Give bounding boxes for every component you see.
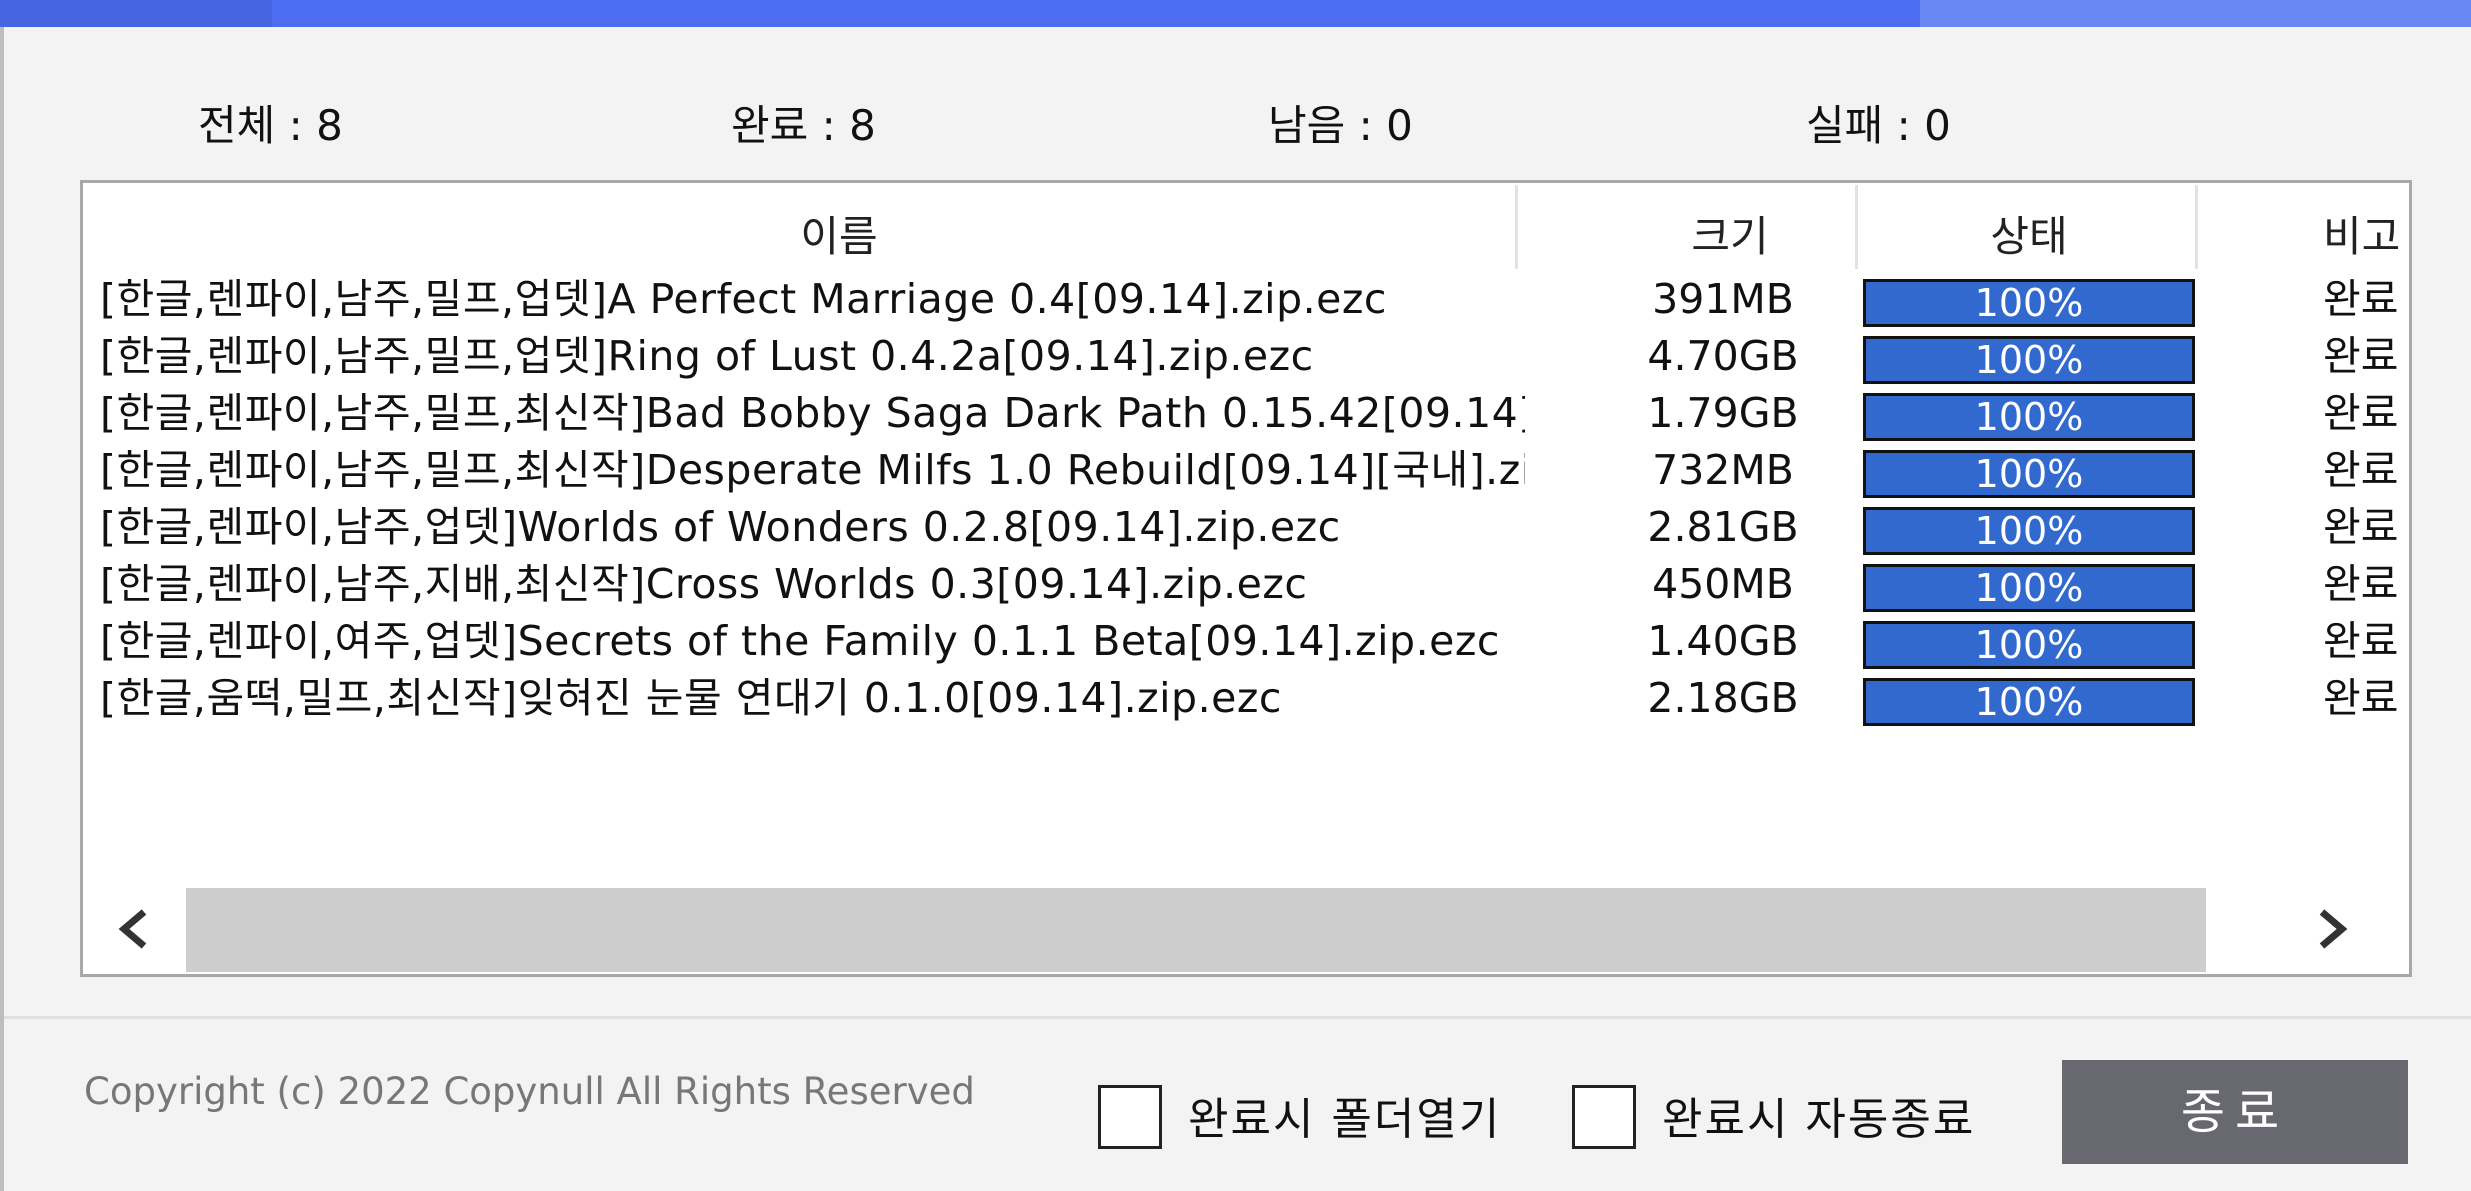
file-size: 391MB <box>1652 275 1794 323</box>
table-row[interactable]: [한글,렌파이,남주,밀프,업뎃]A Perfect Marriage 0.4[… <box>83 271 2409 327</box>
copyright-text: Copyright (c) 2022 Copynull All Rights R… <box>84 1070 975 1113</box>
column-separator[interactable] <box>1515 185 1518 269</box>
table-row[interactable]: [한글,렌파이,남주,밀프,최신작]Bad Bobby Saga Dark Pa… <box>83 385 2409 441</box>
auto-close-label[interactable]: 완료시 자동종료 <box>1662 1083 1975 1147</box>
file-size: 1.40GB <box>1647 617 1799 665</box>
progress-bar: 100% <box>1863 564 2195 612</box>
file-note: 완료 <box>2323 275 2399 323</box>
open-folder-checkbox[interactable] <box>1098 1085 1162 1149</box>
footer-divider <box>4 1016 2471 1019</box>
file-size: 2.81GB <box>1647 503 1799 551</box>
column-header-status[interactable]: 상태 <box>1863 203 2195 264</box>
summary-done: 완료 : 8 <box>731 101 876 150</box>
progress-label: 100% <box>1974 281 2084 325</box>
file-note: 완료 <box>2323 503 2399 551</box>
column-separator[interactable] <box>1855 185 1858 269</box>
progress-label: 100% <box>1974 680 2084 724</box>
summary-total: 전체 : 8 <box>198 101 343 150</box>
table-row[interactable]: [한글,렌파이,남주,밀프,업뎃]Ring of Lust 0.4.2a[09.… <box>83 328 2409 384</box>
table-row[interactable]: [한글,렌파이,남주,밀프,최신작]Desperate Milfs 1.0 Re… <box>83 442 2409 498</box>
table-row[interactable]: [한글,렌파이,남주,업뎃]Worlds of Wonders 0.2.8[09… <box>83 499 2409 555</box>
file-size: 732MB <box>1652 446 1794 494</box>
file-name: [한글,렌파이,남주,밀프,최신작]Desperate Milfs 1.0 Re… <box>100 446 1525 494</box>
summary-failed: 실패 : 0 <box>1806 101 1951 150</box>
top-progress-strip <box>0 0 2471 27</box>
progress-label: 100% <box>1974 623 2084 667</box>
file-note: 완료 <box>2323 446 2399 494</box>
progress-label: 100% <box>1974 395 2084 439</box>
progress-label: 100% <box>1974 452 2084 496</box>
column-header-note[interactable]: 비고 <box>2323 203 2409 264</box>
progress-bar: 100% <box>1863 621 2195 669</box>
auto-close-checkbox[interactable] <box>1572 1085 1636 1149</box>
file-note: 완료 <box>2323 389 2399 437</box>
chevron-right-icon[interactable] <box>2302 894 2362 964</box>
summary-remaining: 남음 : 0 <box>1268 101 1413 150</box>
file-name: [한글,렌파이,남주,밀프,업뎃]Ring of Lust 0.4.2a[09.… <box>100 332 1314 380</box>
progress-bar: 100% <box>1863 393 2195 441</box>
scrollbar-thumb[interactable] <box>186 888 2206 972</box>
column-header-name[interactable]: 이름 <box>83 203 1595 264</box>
file-size: 4.70GB <box>1647 332 1799 380</box>
file-size: 2.18GB <box>1647 674 1799 722</box>
progress-bar: 100% <box>1863 450 2195 498</box>
file-name: [한글,렌파이,남주,지배,최신작]Cross Worlds 0.3[09.14… <box>100 560 1308 608</box>
file-note: 완료 <box>2323 332 2399 380</box>
file-name: [한글,렌파이,남주,밀프,최신작]Bad Bobby Saga Dark Pa… <box>100 389 1525 437</box>
file-size: 1.79GB <box>1647 389 1799 437</box>
file-note: 완료 <box>2323 617 2399 665</box>
progress-bar: 100% <box>1863 336 2195 384</box>
file-name: [한글,움떡,밀프,최신작]잊혀진 눈물 연대기 0.1.0[09.14].zi… <box>100 674 1282 722</box>
file-note: 완료 <box>2323 560 2399 608</box>
horizontal-scrollbar[interactable] <box>86 884 2409 974</box>
close-button[interactable]: 종료 <box>2062 1060 2408 1164</box>
file-name: [한글,렌파이,남주,업뎃]Worlds of Wonders 0.2.8[09… <box>100 503 1341 551</box>
progress-label: 100% <box>1974 509 2084 553</box>
file-note: 완료 <box>2323 674 2399 722</box>
progress-bar: 100% <box>1863 678 2195 726</box>
table-row[interactable]: [한글,움떡,밀프,최신작]잊혀진 눈물 연대기 0.1.0[09.14].zi… <box>83 670 2409 726</box>
file-name: [한글,렌파이,남주,밀프,업뎃]A Perfect Marriage 0.4[… <box>100 275 1387 323</box>
file-size: 450MB <box>1652 560 1794 608</box>
column-separator[interactable] <box>2195 185 2198 269</box>
file-list[interactable]: 이름 크기 상태 비고 [한글,렌파이,남주,밀프,업뎃]A Perfect M… <box>80 180 2412 977</box>
top-strip-segment <box>0 0 272 27</box>
top-strip-segment <box>272 0 1920 27</box>
chevron-left-icon[interactable] <box>104 894 164 964</box>
top-strip-segment <box>1920 0 2471 27</box>
open-folder-label[interactable]: 완료시 폴더열기 <box>1188 1083 1501 1147</box>
table-row[interactable]: [한글,렌파이,남주,지배,최신작]Cross Worlds 0.3[09.14… <box>83 556 2409 612</box>
progress-bar: 100% <box>1863 507 2195 555</box>
file-name: [한글,렌파이,여주,업뎃]Secrets of the Family 0.1.… <box>100 617 1500 665</box>
progress-label: 100% <box>1974 566 2084 610</box>
progress-label: 100% <box>1974 338 2084 382</box>
progress-bar: 100% <box>1863 279 2195 327</box>
table-row[interactable]: [한글,렌파이,여주,업뎃]Secrets of the Family 0.1.… <box>83 613 2409 669</box>
